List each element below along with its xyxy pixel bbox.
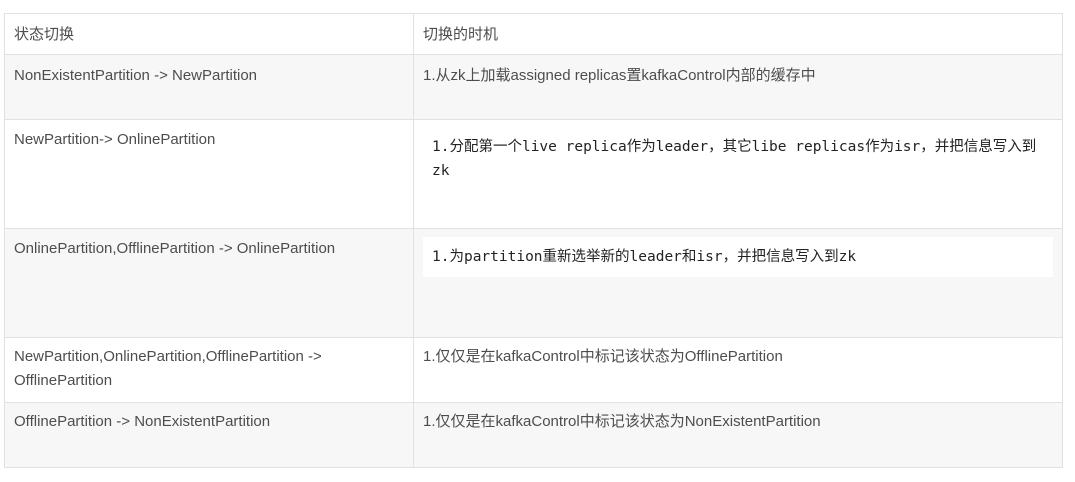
table-row: NewPartition,OnlinePartition,OfflinePart… [4, 337, 1063, 403]
header-timing: 切换的时机 [413, 13, 1063, 55]
cell-state-change: OnlinePartition,OfflinePartition -> Onli… [4, 228, 414, 338]
table-header-row: 状态切换 切换的时机 [4, 13, 1063, 55]
cell-timing: 1.仅仅是在kafkaControl中标记该状态为NonExistentPart… [413, 402, 1063, 468]
header-state-change: 状态切换 [4, 13, 414, 55]
partition-state-table: 状态切换 切换的时机 NonExistentPartition -> NewPa… [4, 13, 1063, 468]
cell-state-change: NewPartition,OnlinePartition,OfflinePart… [4, 337, 414, 403]
table-row: OfflinePartition -> NonExistentPartition… [4, 402, 1063, 468]
cell-timing: 1.为partition重新选举新的leader和isr，并把信息写入到zk [413, 228, 1063, 338]
cell-state-change: NonExistentPartition -> NewPartition [4, 54, 414, 120]
cell-timing: 1.仅仅是在kafkaControl中标记该状态为OfflinePartitio… [413, 337, 1063, 403]
cell-state-change: OfflinePartition -> NonExistentPartition [4, 402, 414, 468]
cell-timing: 1.从zk上加载assigned replicas置kafkaControl内部… [413, 54, 1063, 120]
table-row: OnlinePartition,OfflinePartition -> Onli… [4, 228, 1063, 338]
table-row: NewPartition-> OnlinePartition 1.分配第一个li… [4, 119, 1063, 229]
cell-state-change: NewPartition-> OnlinePartition [4, 119, 414, 229]
table-row: NonExistentPartition -> NewPartition 1.从… [4, 54, 1063, 120]
code-block: 1.为partition重新选举新的leader和isr，并把信息写入到zk [423, 237, 1053, 277]
code-block: 1.分配第一个live replica作为leader，其它libe repli… [423, 127, 1053, 191]
cell-timing: 1.分配第一个live replica作为leader，其它libe repli… [413, 119, 1063, 229]
